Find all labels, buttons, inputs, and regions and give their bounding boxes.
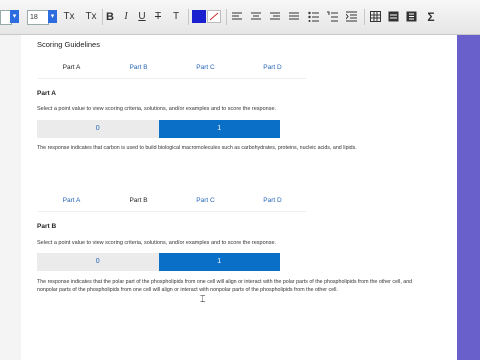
part-b-score-1-button[interactable]: 1 xyxy=(158,253,280,271)
italic-button[interactable]: I xyxy=(120,9,132,25)
part-b-response-text: The response indicates that the polar pa… xyxy=(37,279,413,293)
text-cursor-icon: ⌶ xyxy=(200,294,206,304)
special-characters-icon[interactable] xyxy=(406,11,417,22)
superscript-button[interactable]: Tx xyxy=(62,9,76,25)
font-family-dropdown-icon[interactable]: ▾ xyxy=(10,10,19,23)
bulleted-list-icon[interactable] xyxy=(308,11,319,22)
tab-part-d[interactable]: Part D xyxy=(239,58,306,78)
part-b-heading: Part B xyxy=(37,223,57,230)
toolbar-separator xyxy=(102,9,103,25)
part-tabs-top: Part A Part B Part C Part D xyxy=(38,58,306,79)
text-color-swatch[interactable] xyxy=(192,10,206,23)
align-right-icon[interactable] xyxy=(270,12,280,21)
table-icon[interactable] xyxy=(370,11,381,22)
bold-button[interactable]: B xyxy=(104,9,116,25)
part-b-score-0-button[interactable]: 0 xyxy=(37,253,159,271)
page-title: Scoring Guidelines xyxy=(37,40,100,49)
clear-format-button[interactable]: T xyxy=(170,9,182,25)
tab-part-a[interactable]: Part A xyxy=(38,58,105,78)
align-left-icon[interactable] xyxy=(232,12,242,21)
part-b-instruction: Select a point value to view scoring cri… xyxy=(37,240,277,246)
part-b-point-selector: 0 1 xyxy=(37,253,280,271)
table-edit-icon[interactable] xyxy=(388,11,399,22)
align-center-icon[interactable] xyxy=(251,12,261,21)
tab-part-d[interactable]: Part D xyxy=(239,191,306,211)
tab-part-c[interactable]: Part C xyxy=(172,58,239,78)
part-a-heading: Part A xyxy=(37,90,56,97)
subscript-button[interactable]: Tx xyxy=(84,9,98,25)
window-left-edge xyxy=(0,0,21,360)
underline-button[interactable]: U xyxy=(136,9,148,25)
font-size-select[interactable]: 18 xyxy=(27,10,49,25)
part-a-response-text: The response indicates that carbon is us… xyxy=(37,145,357,151)
tab-part-a[interactable]: Part A xyxy=(38,191,105,211)
toolbar-separator xyxy=(188,9,189,25)
part-tabs-bottom: Part A Part B Part C Part D xyxy=(38,191,306,212)
formatting-toolbar: ▾ 18 ▾ Tx Tx B I U T T Σ xyxy=(0,0,480,35)
part-a-score-0-button[interactable]: 0 xyxy=(37,120,159,138)
part-a-point-selector: 0 1 xyxy=(37,120,280,138)
indent-icon[interactable] xyxy=(346,11,357,22)
font-size-dropdown-icon[interactable]: ▾ xyxy=(48,10,57,23)
tab-part-b[interactable]: Part B xyxy=(105,191,172,211)
highlight-color-swatch[interactable] xyxy=(207,10,221,23)
toolbar-separator xyxy=(364,9,365,25)
align-justify-icon[interactable] xyxy=(289,12,299,21)
part-a-instruction: Select a point value to view scoring cri… xyxy=(37,106,277,112)
strikethrough-button[interactable]: T xyxy=(152,9,164,25)
tab-part-b[interactable]: Part B xyxy=(105,58,172,78)
numbered-list-icon[interactable] xyxy=(327,11,338,22)
equation-sigma-button[interactable]: Σ xyxy=(424,9,438,25)
scoring-page: Scoring Guidelines Part A Part B Part C … xyxy=(21,35,457,360)
part-a-score-1-button[interactable]: 1 xyxy=(158,120,280,138)
tab-part-c[interactable]: Part C xyxy=(172,191,239,211)
no-color-icon xyxy=(209,12,219,21)
toolbar-separator xyxy=(226,9,227,25)
